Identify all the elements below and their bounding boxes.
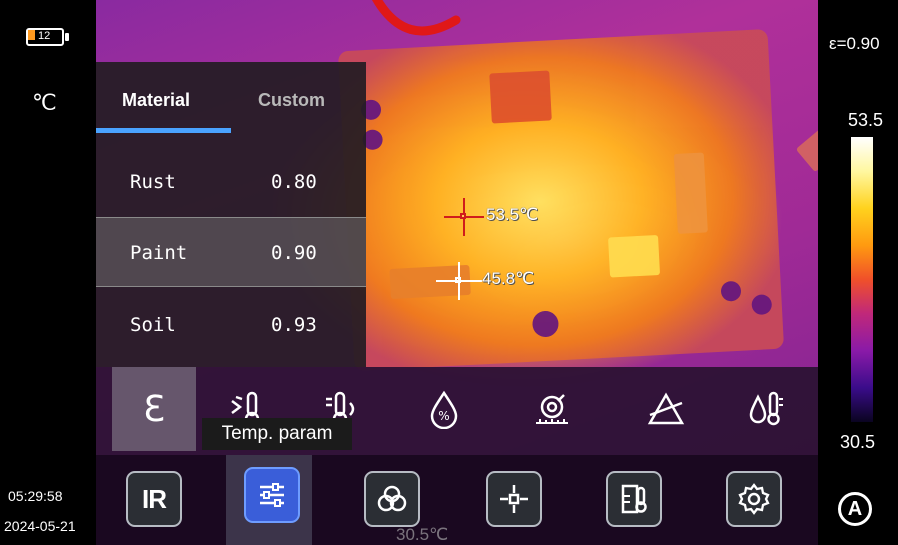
bottom-nav: IR 30.5℃ xyxy=(96,455,818,545)
cable-strip xyxy=(795,97,818,173)
battery-fill xyxy=(28,30,35,40)
distance-tool[interactable] xyxy=(510,367,594,451)
crosshair-icon xyxy=(500,485,528,513)
emissivity-tabs: Material Custom xyxy=(96,62,366,138)
battery-indicator: 12 xyxy=(26,28,70,48)
temperature-unit[interactable]: ℃ xyxy=(32,90,57,116)
emissivity-panel: Material Custom Rust 0.80 Paint 0.90 Soi… xyxy=(96,62,366,367)
palette-button[interactable] xyxy=(364,471,420,527)
board-hole xyxy=(751,294,773,316)
material-name: Soil xyxy=(130,314,176,336)
palette-icon xyxy=(377,485,407,512)
circuit-board-image xyxy=(337,28,785,372)
parameters-button[interactable] xyxy=(244,467,300,523)
active-tab-indicator xyxy=(96,128,231,133)
settings-button[interactable] xyxy=(726,471,782,527)
ir-mode-button[interactable]: IR xyxy=(126,471,182,527)
board-chip xyxy=(673,152,708,234)
transmittance-icon xyxy=(647,392,685,425)
color-scale-bar xyxy=(851,137,873,422)
alarm-button[interactable] xyxy=(606,471,662,527)
humidity-tool[interactable]: % xyxy=(402,367,486,451)
tab-custom[interactable]: Custom xyxy=(258,90,325,111)
emissivity-readout: ε=0.90 xyxy=(829,34,880,53)
measure-tool-button[interactable] xyxy=(486,471,542,527)
board-hole xyxy=(531,310,560,338)
material-value: 0.80 xyxy=(271,171,317,193)
material-value: 0.90 xyxy=(271,242,317,264)
auto-scale-button[interactable]: A xyxy=(838,492,872,526)
scale-column: ε=0.90 53.5 30.5 A xyxy=(818,0,898,545)
svg-text:%: % xyxy=(438,409,449,423)
material-name: Paint xyxy=(130,242,188,264)
board-hole xyxy=(720,280,742,302)
board-chip xyxy=(489,70,552,124)
temp-correction-icon xyxy=(749,391,783,426)
status-column: 12 ℃ 05:29:58 2024-05-21 xyxy=(0,0,96,545)
temp-correction-tool[interactable] xyxy=(724,367,808,451)
material-value: 0.93 xyxy=(271,314,317,336)
emissivity-tool[interactable]: ℇ xyxy=(112,367,196,451)
board-chip xyxy=(608,234,661,278)
battery-cap xyxy=(65,33,69,41)
material-row-paint[interactable]: Paint 0.90 xyxy=(96,217,366,287)
humidity-icon: % xyxy=(430,390,458,429)
tab-material[interactable]: Material xyxy=(122,90,190,111)
material-row-soil[interactable]: Soil 0.93 xyxy=(96,290,366,360)
hot-spot-temp: 53.5℃ xyxy=(486,205,539,224)
emissivity-icon: ℇ xyxy=(142,388,166,430)
cold-spot-temp: 30.5℃ xyxy=(396,525,449,544)
material-row-rust[interactable]: Rust 0.80 xyxy=(96,147,366,217)
scale-min[interactable]: 30.5 xyxy=(840,432,875,453)
battery-level: 12 xyxy=(38,30,51,42)
center-spot-temp: 45.8℃ xyxy=(482,269,535,288)
scale-max[interactable]: 53.5 xyxy=(848,110,883,131)
temp-alarm-icon xyxy=(621,484,647,514)
clock-time: 05:29:58 xyxy=(8,488,63,504)
auto-label: A xyxy=(847,497,863,520)
sliders-icon xyxy=(260,483,284,507)
gear-icon xyxy=(738,483,770,515)
center-cross-box xyxy=(455,277,461,283)
clock-date: 2024-05-21 xyxy=(4,518,76,534)
material-name: Rust xyxy=(130,171,176,193)
tooltip-temp-param: Temp. param xyxy=(202,418,352,450)
hot-cross-box xyxy=(460,213,466,219)
ir-label: IR xyxy=(142,483,167,514)
distance-icon xyxy=(536,394,568,424)
transmittance-tool[interactable] xyxy=(624,367,708,451)
annotation-arc-icon xyxy=(371,0,461,36)
